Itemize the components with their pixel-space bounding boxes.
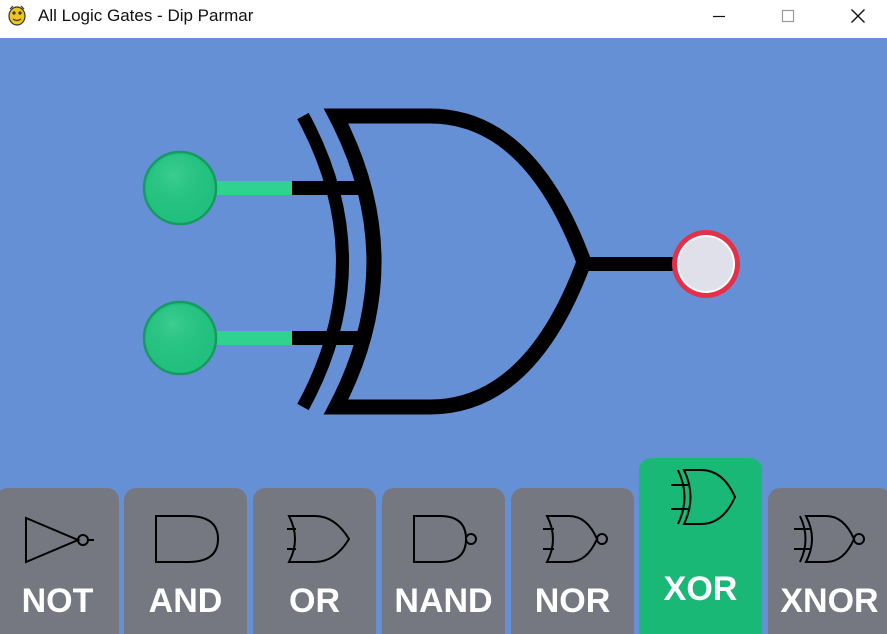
tab-nand-label: NAND xyxy=(394,582,493,620)
tab-or[interactable]: OR xyxy=(253,488,376,634)
tab-nor[interactable]: NOR xyxy=(511,488,634,634)
input-b-toggle[interactable] xyxy=(142,300,218,376)
tab-and[interactable]: AND xyxy=(124,488,247,634)
minimize-button[interactable] xyxy=(696,0,742,32)
maximize-button[interactable] xyxy=(765,0,811,32)
window-title: All Logic Gates - Dip Parmar xyxy=(38,6,254,25)
tab-xor[interactable]: XOR xyxy=(639,458,762,634)
or-gate-icon xyxy=(287,515,351,563)
tab-not-label: NOT xyxy=(21,582,94,620)
close-icon xyxy=(851,9,865,23)
xnor-gate-icon xyxy=(794,515,865,563)
xor-back-curve xyxy=(297,112,349,411)
maximize-icon xyxy=(781,9,795,23)
simulation-canvas: NOT AND OR NAND NOR XOR XNOR xyxy=(0,38,887,634)
nor-gate-icon xyxy=(543,515,608,563)
minimize-icon xyxy=(713,15,725,18)
close-button[interactable] xyxy=(835,0,881,32)
input-a-toggle[interactable] xyxy=(142,150,218,226)
xor-gate-body xyxy=(323,108,593,415)
pygame-snake-icon xyxy=(8,5,26,26)
tab-nand[interactable]: NAND xyxy=(382,488,505,634)
tab-xnor-label: XNOR xyxy=(780,582,879,620)
output-indicator xyxy=(672,230,740,298)
tab-not[interactable]: NOT xyxy=(0,488,119,634)
title-bar: All Logic Gates - Dip Parmar xyxy=(0,0,887,38)
tab-and-label: AND xyxy=(148,582,223,620)
tab-xor-label: XOR xyxy=(663,570,738,608)
tab-xnor[interactable]: XNOR xyxy=(768,488,887,634)
and-gate-icon xyxy=(155,515,220,563)
xor-gate-icon xyxy=(671,469,737,525)
not-gate-icon xyxy=(25,516,94,564)
nand-gate-icon xyxy=(413,515,477,563)
tab-or-label: OR xyxy=(289,582,340,620)
tab-nor-label: NOR xyxy=(534,582,611,620)
